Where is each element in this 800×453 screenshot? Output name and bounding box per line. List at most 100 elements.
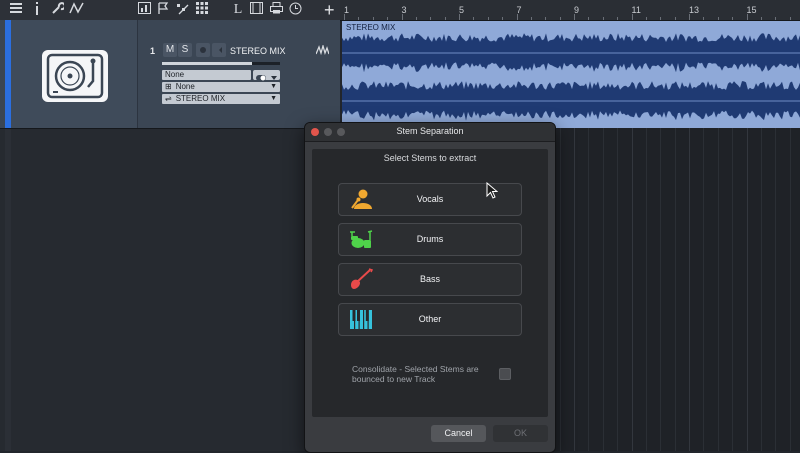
grid-icon[interactable] [195, 2, 209, 18]
routing-value: STEREO MIX [175, 94, 226, 103]
grid-line [703, 128, 705, 451]
timeline-ruler[interactable]: 1 3 5 7 9 11 13 15 [340, 0, 800, 21]
ruler-tick [372, 17, 374, 20]
ruler-tick [401, 14, 403, 20]
arrange-toolbar: L + [0, 0, 340, 21]
bass-stem-button[interactable]: Bass [338, 263, 522, 296]
ruler-tick [358, 17, 360, 20]
ruler-tick [430, 17, 432, 20]
other-label: Other [418, 314, 442, 324]
add-track-icon[interactable]: + [324, 1, 335, 19]
solo-button[interactable]: S [178, 43, 192, 57]
film-icon[interactable] [249, 2, 263, 18]
ruler-tick [617, 17, 619, 20]
wrench-icon[interactable] [50, 2, 66, 18]
consolidate-label: Consolidate - Selected Stems are bounced… [352, 364, 479, 384]
ruler-marker: 13 [689, 5, 700, 15]
ruler-tick [444, 17, 446, 20]
drums-label: Drums [416, 234, 444, 244]
ruler-tick [703, 17, 705, 20]
grid-line [789, 128, 791, 451]
grid-line [775, 128, 777, 451]
ruler-tick [559, 17, 561, 20]
ruler-tick [502, 17, 504, 20]
dialog-subtitle: Select Stems to extract [383, 153, 477, 163]
ruler-tick [530, 17, 532, 20]
l-icon[interactable]: L [233, 2, 243, 18]
grid-line [689, 128, 690, 451]
other-stem-button[interactable]: Other [338, 303, 522, 336]
note-edit-icon[interactable] [175, 2, 189, 18]
grid-line [660, 128, 662, 451]
clock-icon[interactable] [288, 2, 302, 18]
ruler-tick [746, 14, 748, 20]
bass-label: Bass [419, 274, 440, 284]
input-toggle[interactable] [253, 70, 280, 81]
clip-waveform [342, 33, 800, 121]
ruler-tick [674, 17, 676, 20]
grid-line [645, 128, 647, 451]
ruler-tick [344, 14, 345, 20]
ruler-marker: 15 [746, 5, 757, 15]
ruler-tick [660, 17, 662, 20]
volume-fill [162, 62, 252, 65]
output-field[interactable]: ⊞ None ▼ [162, 82, 280, 92]
turntable-icon [42, 50, 108, 102]
ruler-tick [574, 14, 575, 20]
grid-line [602, 128, 604, 451]
output-value: None [175, 82, 195, 91]
ruler-tick [415, 17, 417, 20]
ruler-tick [588, 17, 590, 20]
volume-slider[interactable] [162, 62, 280, 65]
grid-line [574, 128, 575, 451]
track-list-strip [5, 128, 11, 451]
grid-line [631, 128, 633, 451]
automation-curve-icon[interactable] [68, 2, 86, 18]
ruler-tick [717, 17, 719, 20]
monitor-button[interactable] [212, 43, 226, 57]
ruler-tick [473, 17, 475, 20]
waveform-icon[interactable] [315, 43, 330, 58]
audio-clip[interactable]: STEREO MIX [342, 21, 800, 128]
cancel-button[interactable]: Cancel [431, 425, 486, 442]
track-number: 1 [150, 46, 156, 56]
routing-icon: ⇌ [165, 94, 172, 103]
input-value: None [165, 70, 185, 79]
ruler-tick [760, 17, 762, 20]
ruler-tick [775, 17, 777, 20]
ok-button[interactable]: OK [493, 425, 548, 442]
clip-label: STEREO MIX [346, 23, 396, 32]
track-name[interactable]: STEREO MIX [230, 46, 286, 56]
ruler-tick [631, 14, 633, 20]
routing-field[interactable]: ⇌ STEREO MIX ▼ [162, 94, 280, 104]
ruler-tick [732, 17, 734, 20]
mute-button[interactable]: M [163, 43, 177, 57]
consolidate-checkbox[interactable] [499, 368, 511, 380]
mixer-icon[interactable] [137, 2, 151, 18]
flag-icon[interactable] [156, 2, 170, 18]
dialog-title-bar: Stem Separation [305, 123, 555, 142]
output-icon: ⊞ [165, 82, 172, 91]
track-icon-column [11, 20, 138, 128]
ruler-tick [689, 14, 690, 20]
print-icon[interactable] [269, 2, 283, 18]
grid-line [760, 128, 762, 451]
ruler-tick [487, 17, 489, 20]
ruler-tick [602, 17, 604, 20]
info-icon[interactable] [32, 2, 42, 18]
ruler-tick [789, 17, 791, 20]
chevron-down-icon: ▼ [270, 83, 277, 90]
dialog-body: Select Stems to extract Vocals Drums Bas… [312, 149, 548, 417]
grid-line [674, 128, 676, 451]
ruler-marker: 11 [631, 5, 641, 15]
drums-stem-button[interactable]: Drums [338, 223, 522, 256]
mouse-cursor-icon [486, 181, 499, 204]
ruler-tick [459, 14, 460, 20]
grid-line [617, 128, 619, 451]
grid-line [717, 128, 719, 451]
input-field[interactable]: None [162, 70, 251, 80]
menu-icon[interactable] [8, 2, 24, 18]
track-header[interactable]: 1 M S STEREO MIX None ⊞ None ▼ ⇌ STEREO MI… [0, 20, 340, 129]
ruler-tick [545, 17, 547, 20]
record-button[interactable] [196, 43, 210, 57]
